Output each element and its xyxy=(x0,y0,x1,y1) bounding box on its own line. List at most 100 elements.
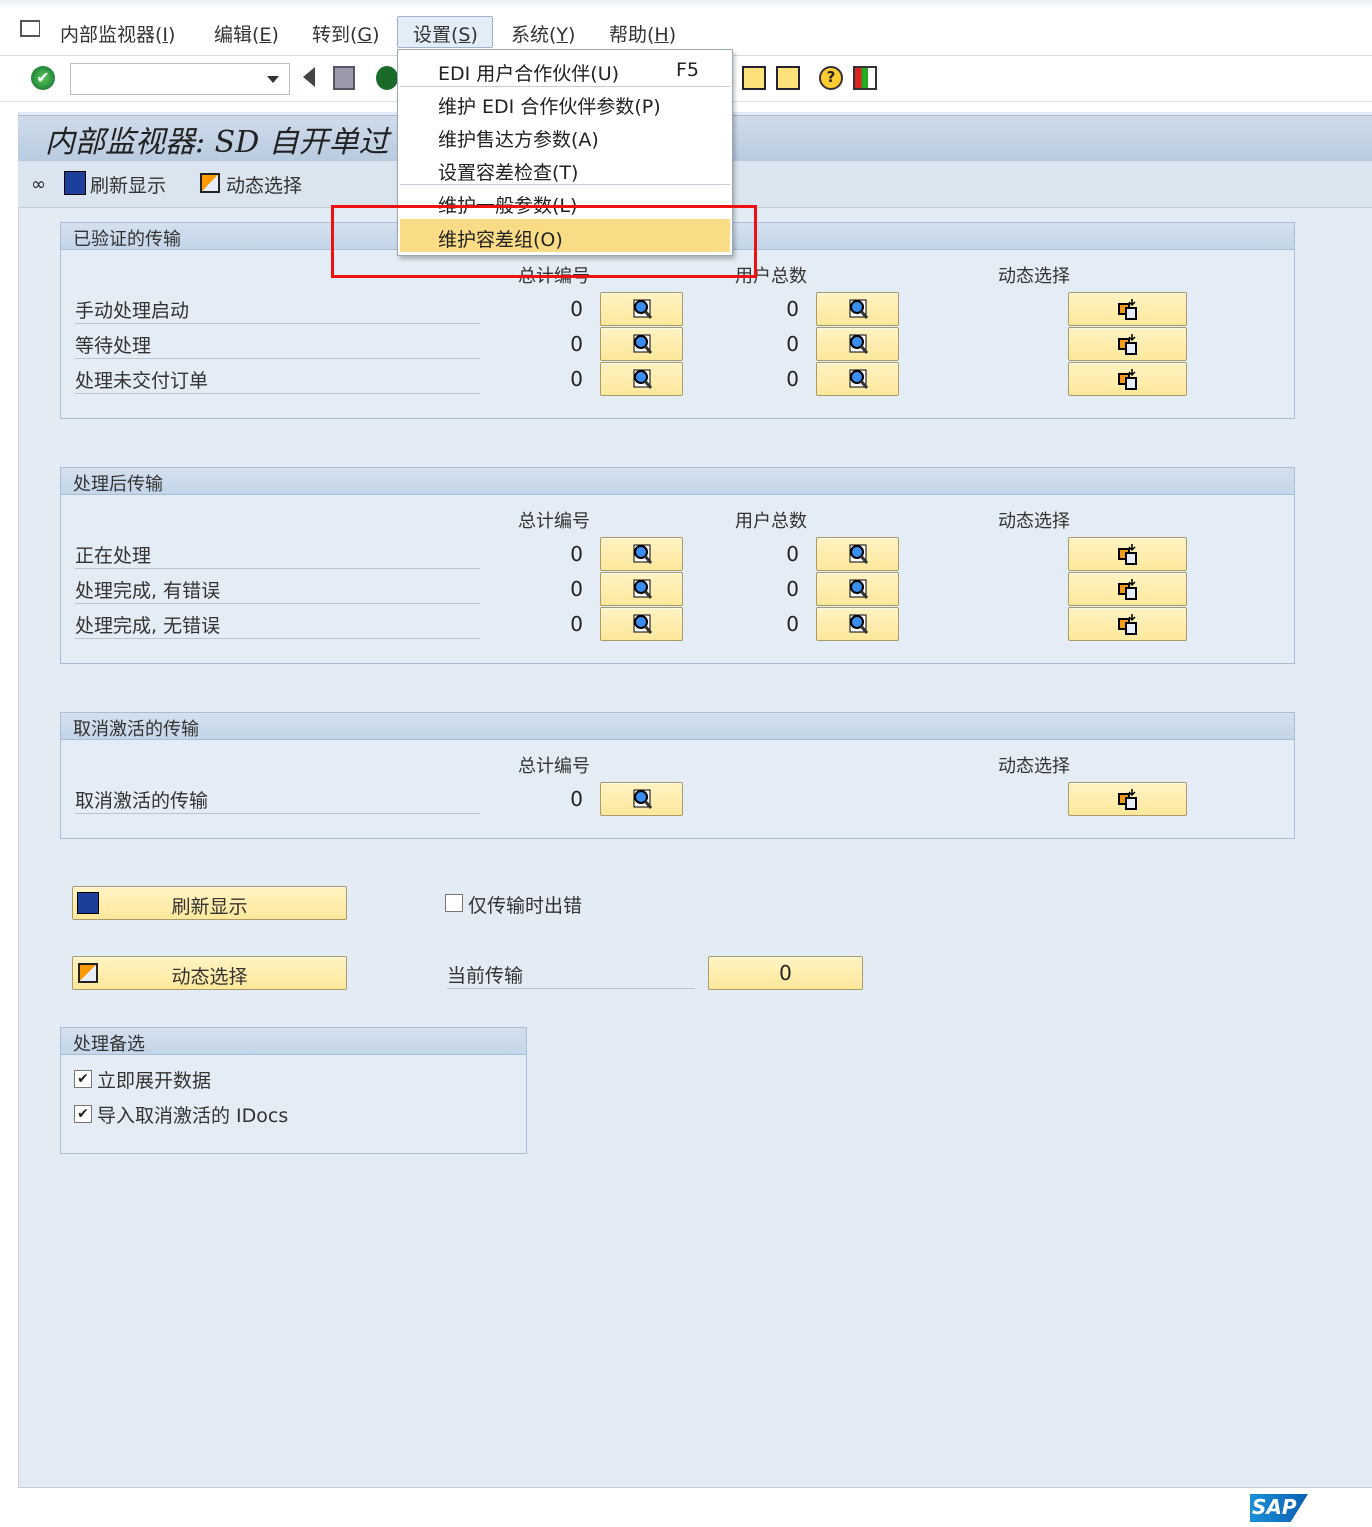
row-label: 处理完成, 无错误 xyxy=(75,609,480,639)
dropdown-item-label: 设置容差检查(T) xyxy=(438,162,579,184)
dropdown-shortcut: F5 xyxy=(676,59,700,81)
menu-h[interactable]: 帮助(H) xyxy=(609,20,676,47)
dynamic-label: 动态选择 xyxy=(226,175,303,197)
user-details-button[interactable] xyxy=(816,292,899,326)
menu-label-end: ) xyxy=(568,24,576,46)
menu-s[interactable]: 设置(S) xyxy=(397,16,493,48)
dynamic-button-label: 动态选择 xyxy=(171,966,248,988)
sap-logo: SAP xyxy=(1250,1494,1308,1522)
dropdown-item-label: EDI 用户合作伙伴(U) xyxy=(438,63,620,85)
total-details-button[interactable] xyxy=(600,537,683,571)
menu-label: 编辑( xyxy=(214,24,260,46)
display-details-icon xyxy=(631,368,653,390)
row-label: 正在处理 xyxy=(75,539,480,569)
user-count: 0 xyxy=(786,332,799,356)
help-icon[interactable]: ? xyxy=(819,66,843,90)
dropdown-item[interactable]: 设置容差检查(T) xyxy=(400,152,730,185)
total-details-button[interactable] xyxy=(600,327,683,361)
column-header-total: 总计编号 xyxy=(518,756,590,777)
menu-g[interactable]: 转到(G) xyxy=(312,20,380,47)
user-details-button[interactable] xyxy=(816,607,899,641)
dynamic-selection-button[interactable] xyxy=(1068,782,1187,816)
total-details-button[interactable] xyxy=(600,292,683,326)
menu-accelerator: S xyxy=(458,24,471,46)
dynamic-selection-icon xyxy=(1117,613,1139,635)
chevron-down-icon[interactable] xyxy=(267,76,279,83)
dynamic-selection-icon xyxy=(1117,578,1139,600)
dynamic-selection-icon xyxy=(1117,298,1139,320)
total-count: 0 xyxy=(570,612,583,636)
menu-label-end: ) xyxy=(470,24,478,46)
row-label: 取消激活的传输 xyxy=(75,784,480,814)
row-label: 处理未交付订单 xyxy=(75,364,480,394)
menu-accelerator: G xyxy=(357,24,373,46)
menu-label-end: ) xyxy=(372,24,380,46)
user-details-button[interactable] xyxy=(816,572,899,606)
user-details-button[interactable] xyxy=(816,537,899,571)
dynamic-selection-button[interactable] xyxy=(1068,537,1187,571)
dynamic-select-button[interactable]: 动态选择 xyxy=(72,956,347,990)
menu-label: 设置( xyxy=(413,24,459,46)
menu-y[interactable]: 系统(Y) xyxy=(511,20,575,47)
display-details-icon xyxy=(847,333,869,355)
group-title: 处理备选 xyxy=(61,1028,526,1055)
display-details-icon xyxy=(847,613,869,635)
window-menu-icon[interactable] xyxy=(20,20,40,37)
total-details-button[interactable] xyxy=(600,607,683,641)
display-details-icon xyxy=(847,543,869,565)
menu-separator xyxy=(400,184,730,185)
dropdown-item[interactable]: 维护售达方参数(A) xyxy=(400,119,730,152)
user-count: 0 xyxy=(786,577,799,601)
dynamic-selection-button[interactable] xyxy=(1068,362,1187,396)
current-transfers-field[interactable]: 0 xyxy=(708,956,863,990)
option-label: 立即展开数据 xyxy=(97,1070,212,1092)
refresh-icon xyxy=(64,171,86,195)
menu-accelerator: Y xyxy=(556,24,569,46)
command-field[interactable] xyxy=(70,63,290,95)
menu-e[interactable]: 编辑(E) xyxy=(214,20,279,47)
total-details-button[interactable] xyxy=(600,782,683,816)
shortcut-icon[interactable] xyxy=(776,66,800,90)
dropdown-item[interactable]: EDI 用户合作伙伴(U) F5 xyxy=(400,53,730,86)
glasses-icon[interactable]: ∞ xyxy=(31,174,46,195)
total-count: 0 xyxy=(570,332,583,356)
save-icon[interactable] xyxy=(333,66,355,90)
back-icon[interactable] xyxy=(303,67,315,87)
enter-check-icon[interactable]: ✔ xyxy=(31,66,55,90)
column-header-user: 用户总数 xyxy=(735,511,807,532)
user-details-button[interactable] xyxy=(816,327,899,361)
layout-menu-icon[interactable] xyxy=(853,66,877,90)
option-checkbox[interactable]: ✔ xyxy=(74,1070,92,1088)
dropdown-item-label: 维护售达方参数(A) xyxy=(438,129,599,151)
dynamic-selection-button[interactable] xyxy=(1068,607,1187,641)
dynamic-selection-button[interactable] xyxy=(1068,327,1187,361)
menu-i[interactable]: 内部监视器(I) xyxy=(60,20,175,47)
section-title: 取消激活的传输 xyxy=(61,713,1294,740)
menu-label: 系统( xyxy=(511,24,557,46)
current-transfers-label: 当前传输 xyxy=(447,959,695,989)
column-header-total: 总计编号 xyxy=(518,511,590,532)
exit-icon[interactable] xyxy=(376,66,398,90)
dynamic-selection-button[interactable] xyxy=(1068,572,1187,606)
only-errors-checkbox[interactable] xyxy=(445,894,463,912)
new-session-icon[interactable] xyxy=(742,66,766,90)
user-details-button[interactable] xyxy=(816,362,899,396)
row-label: 等待处理 xyxy=(75,329,480,359)
dynamic-selection-icon xyxy=(1117,368,1139,390)
display-details-icon xyxy=(847,298,869,320)
dropdown-item-label: 维护 EDI 合作伙伴参数(P) xyxy=(438,96,661,118)
highlight-annotation-box xyxy=(331,205,757,278)
refresh-label: 刷新显示 xyxy=(90,175,167,197)
dropdown-item[interactable]: 维护 EDI 合作伙伴参数(P) xyxy=(400,86,730,119)
user-count: 0 xyxy=(786,542,799,566)
option-label: 导入取消激活的 IDocs xyxy=(97,1105,289,1127)
option-checkbox[interactable]: ✔ xyxy=(74,1105,92,1123)
user-count: 0 xyxy=(786,612,799,636)
total-count: 0 xyxy=(570,787,583,811)
total-details-button[interactable] xyxy=(600,362,683,396)
total-details-button[interactable] xyxy=(600,572,683,606)
display-details-icon xyxy=(631,578,653,600)
refresh-button[interactable]: 刷新显示 xyxy=(72,886,347,920)
user-count: 0 xyxy=(786,367,799,391)
dynamic-selection-button[interactable] xyxy=(1068,292,1187,326)
